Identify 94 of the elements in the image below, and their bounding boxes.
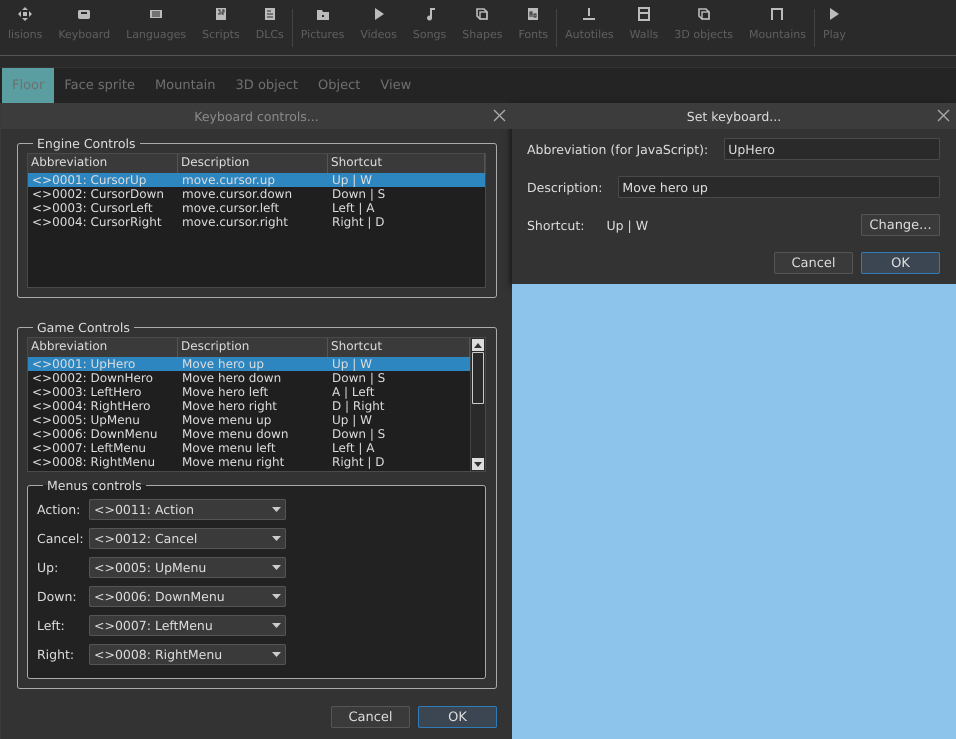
text-field[interactable]: Move hero up bbox=[618, 176, 940, 198]
table-row[interactable]: <>0002: DownHero Move hero down Down | S bbox=[28, 371, 470, 385]
dialog-title: Keyboard controls... bbox=[194, 108, 319, 124]
table-row[interactable]: <>0006: DownMenu Move menu down Down | S bbox=[28, 427, 470, 441]
table-cell-text: move.cursor.down bbox=[181, 187, 294, 201]
ok-button[interactable]: OK bbox=[861, 252, 940, 274]
table-cell-text: Down | S bbox=[331, 427, 386, 441]
table-cell-text: move.cursor.right bbox=[181, 215, 289, 229]
caret-icon bbox=[272, 652, 281, 657]
dropdown[interactable]: <>0008: RightMenu bbox=[89, 644, 286, 665]
change-button[interactable]: Change... bbox=[861, 214, 940, 236]
shortcut-value: Up | W bbox=[606, 218, 648, 232]
table-cell-text: <>0003: LeftHero bbox=[31, 385, 142, 399]
table-cell-text: Right | D bbox=[331, 455, 386, 469]
table-cell-text: Move hero down bbox=[181, 371, 282, 385]
table-cell-text: <>0006: DownMenu bbox=[31, 427, 158, 441]
caret-icon bbox=[272, 565, 281, 570]
field-label: Cancel: bbox=[37, 531, 85, 546]
caret-icon bbox=[272, 536, 281, 541]
dropdown[interactable]: <>0011: Action bbox=[89, 499, 286, 520]
table-row[interactable]: <>0008: RightMenu Move menu right Right | D bbox=[28, 455, 470, 469]
table-cell-text: D | Right bbox=[331, 399, 386, 413]
field-label: Abbreviation (for JavaScript): bbox=[527, 142, 708, 156]
table-cell-text: <>0001: UpHero bbox=[31, 357, 136, 371]
caret-icon bbox=[272, 623, 281, 628]
table-cell-text: Left | A bbox=[331, 201, 376, 215]
cube-icon bbox=[696, 6, 712, 22]
table-cell-text: Down | S bbox=[331, 187, 386, 201]
table-cell-text: <>0002: DownHero bbox=[31, 371, 154, 385]
table-row[interactable]: <>0004: RightHero Move hero right D | Right bbox=[28, 399, 470, 413]
table-cell-text: A | Left bbox=[331, 385, 376, 399]
scroll-up-button[interactable] bbox=[472, 339, 484, 351]
field-label: Description: bbox=[527, 180, 602, 194]
table-cell-text: Left | A bbox=[331, 441, 376, 455]
table-row[interactable]: <>0003: CursorLeft move.cursor.left Left | A bbox=[28, 201, 485, 215]
cube-icon bbox=[474, 6, 490, 22]
mountain-icon bbox=[769, 6, 786, 22]
field-label: Left: bbox=[37, 618, 66, 633]
table-row[interactable]: <>0007: LeftMenu Move menu left Left | A bbox=[28, 441, 470, 455]
table-cell-text: <>0004: RightHero bbox=[31, 399, 152, 413]
table-cell-text: move.cursor.up bbox=[181, 173, 276, 187]
dropdown[interactable]: <>0005: UpMenu bbox=[89, 557, 286, 578]
table-cell-text: Move menu up bbox=[181, 413, 272, 427]
table-cell-text: Move menu right bbox=[181, 455, 286, 469]
scrollbar[interactable] bbox=[470, 338, 485, 471]
table-row[interactable]: <>0002: CursorDown move.cursor.down Down | S bbox=[28, 187, 485, 201]
table-cell-text: Up | W bbox=[331, 413, 373, 427]
field-label: Down: bbox=[37, 589, 78, 604]
cancel-button[interactable]: Cancel bbox=[774, 252, 853, 274]
dropdown[interactable]: <>0007: LeftMenu bbox=[89, 615, 286, 636]
ok-button[interactable]: OK bbox=[418, 706, 497, 728]
field-label: Shortcut: bbox=[527, 218, 584, 232]
group-title: Menus controls bbox=[46, 478, 143, 493]
close-icon[interactable] bbox=[493, 109, 506, 122]
table-cell-text: Move hero up bbox=[181, 357, 266, 371]
dialog-title: Set keyboard... bbox=[686, 108, 782, 124]
move-arrows-icon bbox=[17, 6, 34, 22]
caret-icon bbox=[272, 507, 281, 512]
table-row[interactable]: <>0005: UpMenu Move menu up Up | W bbox=[28, 413, 470, 427]
scroll-thumb[interactable] bbox=[472, 352, 484, 404]
text-field[interactable]: UpHero bbox=[724, 138, 940, 160]
table-cell-text: Move menu down bbox=[181, 427, 290, 441]
field-label: Right: bbox=[37, 647, 76, 662]
table-cell-text: Move menu left bbox=[181, 441, 277, 455]
caret-icon bbox=[272, 594, 281, 599]
field-label: Action: bbox=[37, 502, 82, 517]
table-cell-text: Move hero right bbox=[181, 399, 278, 413]
table-cell-text: <>0001: CursorUp bbox=[31, 173, 148, 187]
field-label: Up: bbox=[37, 560, 60, 575]
table-row[interactable]: <>0003: LeftHero Move hero left A | Left bbox=[28, 385, 470, 399]
scroll-down-button[interactable] bbox=[472, 458, 484, 470]
table-cell-text: <>0005: UpMenu bbox=[31, 413, 141, 427]
dropdown[interactable]: <>0006: DownMenu bbox=[89, 586, 286, 607]
table-cell-text: <>0003: CursorLeft bbox=[31, 201, 154, 215]
wall-icon bbox=[636, 6, 652, 22]
table-cell-text: move.cursor.left bbox=[181, 201, 280, 215]
table-cell-text: Move hero left bbox=[181, 385, 270, 399]
dropdown[interactable]: <>0012: Cancel bbox=[89, 528, 286, 549]
table-row[interactable]: <>0004: CursorRight move.cursor.right Right | D bbox=[28, 215, 485, 229]
close-icon[interactable] bbox=[937, 109, 950, 122]
cancel-button[interactable]: Cancel bbox=[331, 706, 410, 728]
table-cell-text: <>0002: CursorDown bbox=[31, 187, 165, 201]
table-cell-text: Up | W bbox=[331, 173, 373, 187]
group-title: Game Controls bbox=[36, 320, 131, 335]
table-cell-text: Down | S bbox=[331, 371, 386, 385]
table-cell-text: <>0004: CursorRight bbox=[31, 215, 163, 229]
table-cell-text: Right | D bbox=[331, 215, 386, 229]
autotile-icon bbox=[581, 6, 598, 22]
table-cell-text: <>0007: LeftMenu bbox=[31, 441, 148, 455]
table-cell-text: <>0008: RightMenu bbox=[31, 455, 156, 469]
table-cell-text: Up | W bbox=[331, 357, 373, 371]
caret-up-icon bbox=[474, 342, 482, 348]
group-title: Engine Controls bbox=[36, 136, 137, 151]
caret-down-icon bbox=[474, 462, 482, 466]
